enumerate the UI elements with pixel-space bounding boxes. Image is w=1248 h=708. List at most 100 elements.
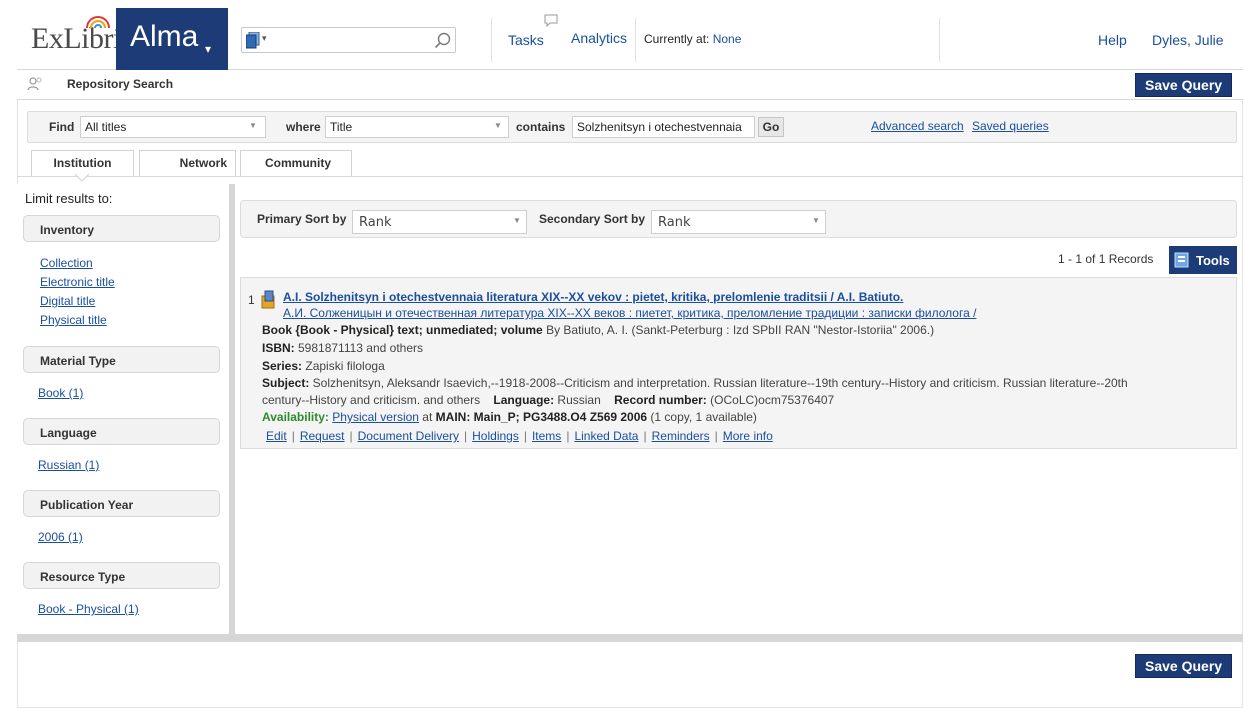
facet-link-physical-title[interactable]: Physical title <box>40 314 107 327</box>
help-link[interactable]: Help <box>1098 32 1127 48</box>
currently-at-label: Currently at: <box>644 32 710 46</box>
find-type-value: All titles <box>85 120 127 134</box>
contains-label: contains <box>516 120 566 134</box>
facet-link-digital-title[interactable]: Digital title <box>40 295 95 308</box>
user-menu[interactable]: Dyles, Julie <box>1152 32 1224 48</box>
tools-button[interactable]: Tools <box>1169 246 1237 274</box>
primary-sort-value: Rank <box>359 215 392 230</box>
reminders-link[interactable]: Reminders <box>652 429 710 443</box>
edit-link[interactable]: Edit <box>266 429 287 443</box>
result-number: 1 <box>248 293 255 307</box>
advanced-search-link[interactable]: Advanced search <box>871 119 964 133</box>
tools-icon <box>1174 252 1189 268</box>
result-actions: Edit | Request | Document Delivery | Holdings |… <box>266 429 773 443</box>
isbn-value: 5981871113 and others <box>294 341 424 355</box>
facet-publication-year-header[interactable]: Publication Year <box>23 490 220 517</box>
language-value: Russian <box>554 393 601 407</box>
result-title-link[interactable]: A.I. Solzhenitsyn i otechestvennaia lite… <box>283 290 903 304</box>
sidebar-splitter[interactable] <box>229 184 235 634</box>
alma-app-name: Alma <box>130 20 199 53</box>
find-bar: Find All titles ▼ where Title ▼ contains… <box>27 111 1237 143</box>
search-query-value: Solzhenitsyn i otechestvennaia <box>577 120 742 134</box>
page-title: Repository Search <box>67 77 174 91</box>
subject-value: Solzhenitsyn, Aleksandr Isaevich,--1918-… <box>309 376 1128 390</box>
tabs-underline <box>17 176 1243 177</box>
tab-institution[interactable]: Institution <box>31 150 134 176</box>
facet-link-collection[interactable]: Collection <box>40 257 93 270</box>
availability-label: Availability: <box>262 410 329 424</box>
divider <box>635 18 636 62</box>
facet-link-2006[interactable]: 2006 (1) <box>38 531 83 544</box>
chevron-down-icon[interactable]: ▼ <box>812 216 820 225</box>
document-icon <box>246 32 260 49</box>
facet-resource-type-header[interactable]: Resource Type <box>23 562 220 589</box>
facet-material-type-header[interactable]: Material Type <box>23 346 220 373</box>
facet-language-header[interactable]: Language <box>23 418 220 445</box>
result-series-line: Series: Zapiski filologa <box>262 360 385 373</box>
linked-data-link[interactable]: Linked Data <box>574 429 638 443</box>
analytics-link[interactable]: Analytics <box>571 30 627 46</box>
facet-link-book-physical[interactable]: Book - Physical (1) <box>38 603 139 616</box>
result-item: 1 A.I. Solzhenitsyn i otechestvennaia li… <box>240 277 1237 449</box>
top-bar: ExLibris Alma ▾ ▾ Tasks Analytics Curren… <box>17 8 1243 70</box>
request-link[interactable]: Request <box>300 429 345 443</box>
find-type-select[interactable]: All titles <box>80 116 266 138</box>
go-button[interactable]: Go <box>758 117 784 137</box>
persistent-search-input[interactable]: ▾ <box>241 27 456 53</box>
where-field-select[interactable]: Title <box>325 116 509 138</box>
tab-community[interactable]: Community <box>240 150 352 176</box>
save-query-button[interactable]: Save Query <box>1135 73 1233 97</box>
find-label: Find <box>49 120 75 134</box>
search-type-dropdown-icon[interactable]: ▾ <box>262 33 267 44</box>
series-value: Zapiski filologa <box>302 359 385 373</box>
facet-link-electronic-title[interactable]: Electronic title <box>40 276 115 289</box>
secondary-sort-label: Secondary Sort by <box>539 212 646 226</box>
availability-location: MAIN: Main_P; PG3488.O4 Z569 2006 <box>435 410 648 424</box>
save-query-button-bottom[interactable]: Save Query <box>1135 654 1233 678</box>
exlibris-arc-icon <box>86 16 110 29</box>
currently-at[interactable]: Currently at: None <box>644 32 741 46</box>
chevron-down-icon[interactable]: ▼ <box>513 216 521 225</box>
result-format-line: Book {Book - Physical} text; unmediated;… <box>262 324 934 337</box>
result-alt-title-link[interactable]: А.И. Солженицын и отечественная литерату… <box>283 306 976 320</box>
active-tab-pointer-icon <box>75 174 89 182</box>
chevron-down-icon[interactable]: ▼ <box>249 121 257 130</box>
facet-link-russian[interactable]: Russian (1) <box>38 459 99 472</box>
secondary-sort-select[interactable]: Rank <box>651 210 826 234</box>
where-label: where <box>286 120 321 134</box>
records-count: 1 - 1 of 1 Records <box>1058 252 1154 266</box>
holdings-link[interactable]: Holdings <box>472 429 519 443</box>
bottom-divider <box>17 634 1243 642</box>
primary-sort-select[interactable]: Rank <box>352 210 527 234</box>
subject-value-cont: century--History and criticism. and othe… <box>262 393 481 407</box>
exlibris-logo: ExLibris <box>31 16 133 56</box>
chevron-down-icon: ▾ <box>205 42 212 56</box>
subject-label: Subject: <box>262 376 310 390</box>
result-isbn-line: ISBN: 5981871113 and others <box>262 342 423 355</box>
result-subject-line-2: century--History and criticism. and othe… <box>262 394 834 407</box>
search-query-input[interactable]: Solzhenitsyn i otechestvennaia <box>572 116 755 138</box>
tasks-link[interactable]: Tasks <box>508 32 544 48</box>
result-format: Book {Book - Physical} text; unmediated;… <box>262 323 543 337</box>
physical-version-link[interactable]: Physical version <box>332 410 419 424</box>
search-icon[interactable] <box>434 32 451 49</box>
result-availability-line: Availability: Physical version at MAIN: … <box>262 411 757 424</box>
facet-inventory-header[interactable]: Inventory <box>23 215 220 242</box>
language-label: Language: <box>493 393 555 407</box>
tab-network[interactable]: Network <box>139 150 236 176</box>
speech-bubble-icon <box>544 14 558 28</box>
more-info-link[interactable]: More info <box>723 429 773 443</box>
alma-menu-button[interactable]: Alma ▾ <box>116 8 228 70</box>
tools-label: Tools <box>1196 253 1230 268</box>
saved-queries-link[interactable]: Saved queries <box>972 119 1049 133</box>
items-link[interactable]: Items <box>532 429 561 443</box>
physical-book-icon <box>261 290 275 309</box>
document-delivery-link[interactable]: Document Delivery <box>358 429 459 443</box>
limit-results-label: Limit results to: <box>25 191 113 206</box>
currently-at-value[interactable]: None <box>713 32 742 46</box>
page-title-bar: Repository Search Save Query <box>17 70 1243 100</box>
result-subject-line: Subject: Solzhenitsyn, Aleksandr Isaevic… <box>262 377 1128 390</box>
chevron-down-icon[interactable]: ▼ <box>494 121 502 130</box>
facet-link-book[interactable]: Book (1) <box>38 387 83 400</box>
result-by: By Batiuto, A. I. (Sankt-Peterburg : Izd… <box>542 323 935 337</box>
